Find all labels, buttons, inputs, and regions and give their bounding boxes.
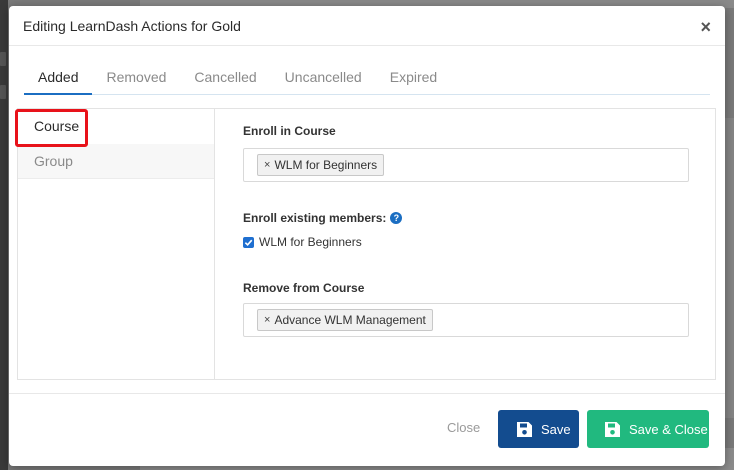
- enroll-existing-label: Enroll existing members:?: [243, 211, 403, 225]
- content-panel: Course Group Enroll in Course × WLM for …: [15, 108, 716, 380]
- vnav-item-group[interactable]: Group: [18, 144, 214, 179]
- modal-header: Editing LearnDash Actions for Gold ×: [9, 6, 725, 46]
- enroll-course-select[interactable]: × WLM for Beginners: [243, 148, 689, 182]
- floppy-disk-icon: [516, 421, 533, 438]
- save-and-close-button[interactable]: Save & Close: [587, 410, 709, 448]
- edit-actions-modal: Editing LearnDash Actions for Gold × Add…: [9, 6, 725, 466]
- checkbox-checked[interactable]: [243, 236, 254, 248]
- tab-uncancelled[interactable]: Uncancelled: [271, 62, 376, 95]
- background-sidebar-icon: [0, 52, 6, 66]
- close-button[interactable]: Close: [447, 420, 480, 435]
- remove-course-label: Remove from Course: [243, 281, 365, 295]
- background-sidebar-icon: [0, 85, 6, 99]
- tag-label: WLM for Beginners: [274, 158, 378, 172]
- vnav-item-course[interactable]: Course: [18, 109, 214, 144]
- floppy-disk-icon: [604, 421, 621, 438]
- action-tabs: Added Removed Cancelled Uncancelled Expi…: [24, 62, 710, 95]
- vertical-nav: Course Group: [15, 109, 215, 379]
- existing-member-option[interactable]: WLM for Beginners: [243, 235, 362, 249]
- close-icon[interactable]: ×: [700, 16, 711, 36]
- enroll-existing-text: Enroll existing members:: [243, 211, 387, 225]
- save-label: Save: [541, 421, 571, 437]
- tab-expired[interactable]: Expired: [376, 62, 451, 95]
- selected-course-tag: × Advance WLM Management: [257, 309, 433, 331]
- remove-course-select[interactable]: × Advance WLM Management: [243, 303, 689, 337]
- save-close-label: Save & Close: [629, 421, 708, 437]
- tab-cancelled[interactable]: Cancelled: [180, 62, 270, 95]
- help-icon[interactable]: ?: [390, 212, 403, 224]
- tab-added[interactable]: Added: [24, 62, 93, 95]
- tag-label: Advance WLM Management: [274, 313, 426, 327]
- modal-title: Editing LearnDash Actions for Gold: [23, 17, 241, 34]
- checkbox-label: WLM for Beginners: [259, 235, 362, 249]
- modal-footer: Close Save Save & Close: [9, 393, 725, 466]
- remove-tag-icon[interactable]: ×: [264, 159, 270, 171]
- selected-course-tag: × WLM for Beginners: [257, 154, 385, 176]
- background-right-strip: [724, 118, 734, 418]
- remove-tag-icon[interactable]: ×: [264, 314, 270, 326]
- background-sidebar: [0, 0, 8, 470]
- checkmark-icon: [244, 239, 253, 246]
- save-button[interactable]: Save: [498, 410, 579, 448]
- enroll-course-label: Enroll in Course: [243, 124, 336, 138]
- tab-removed[interactable]: Removed: [92, 62, 180, 95]
